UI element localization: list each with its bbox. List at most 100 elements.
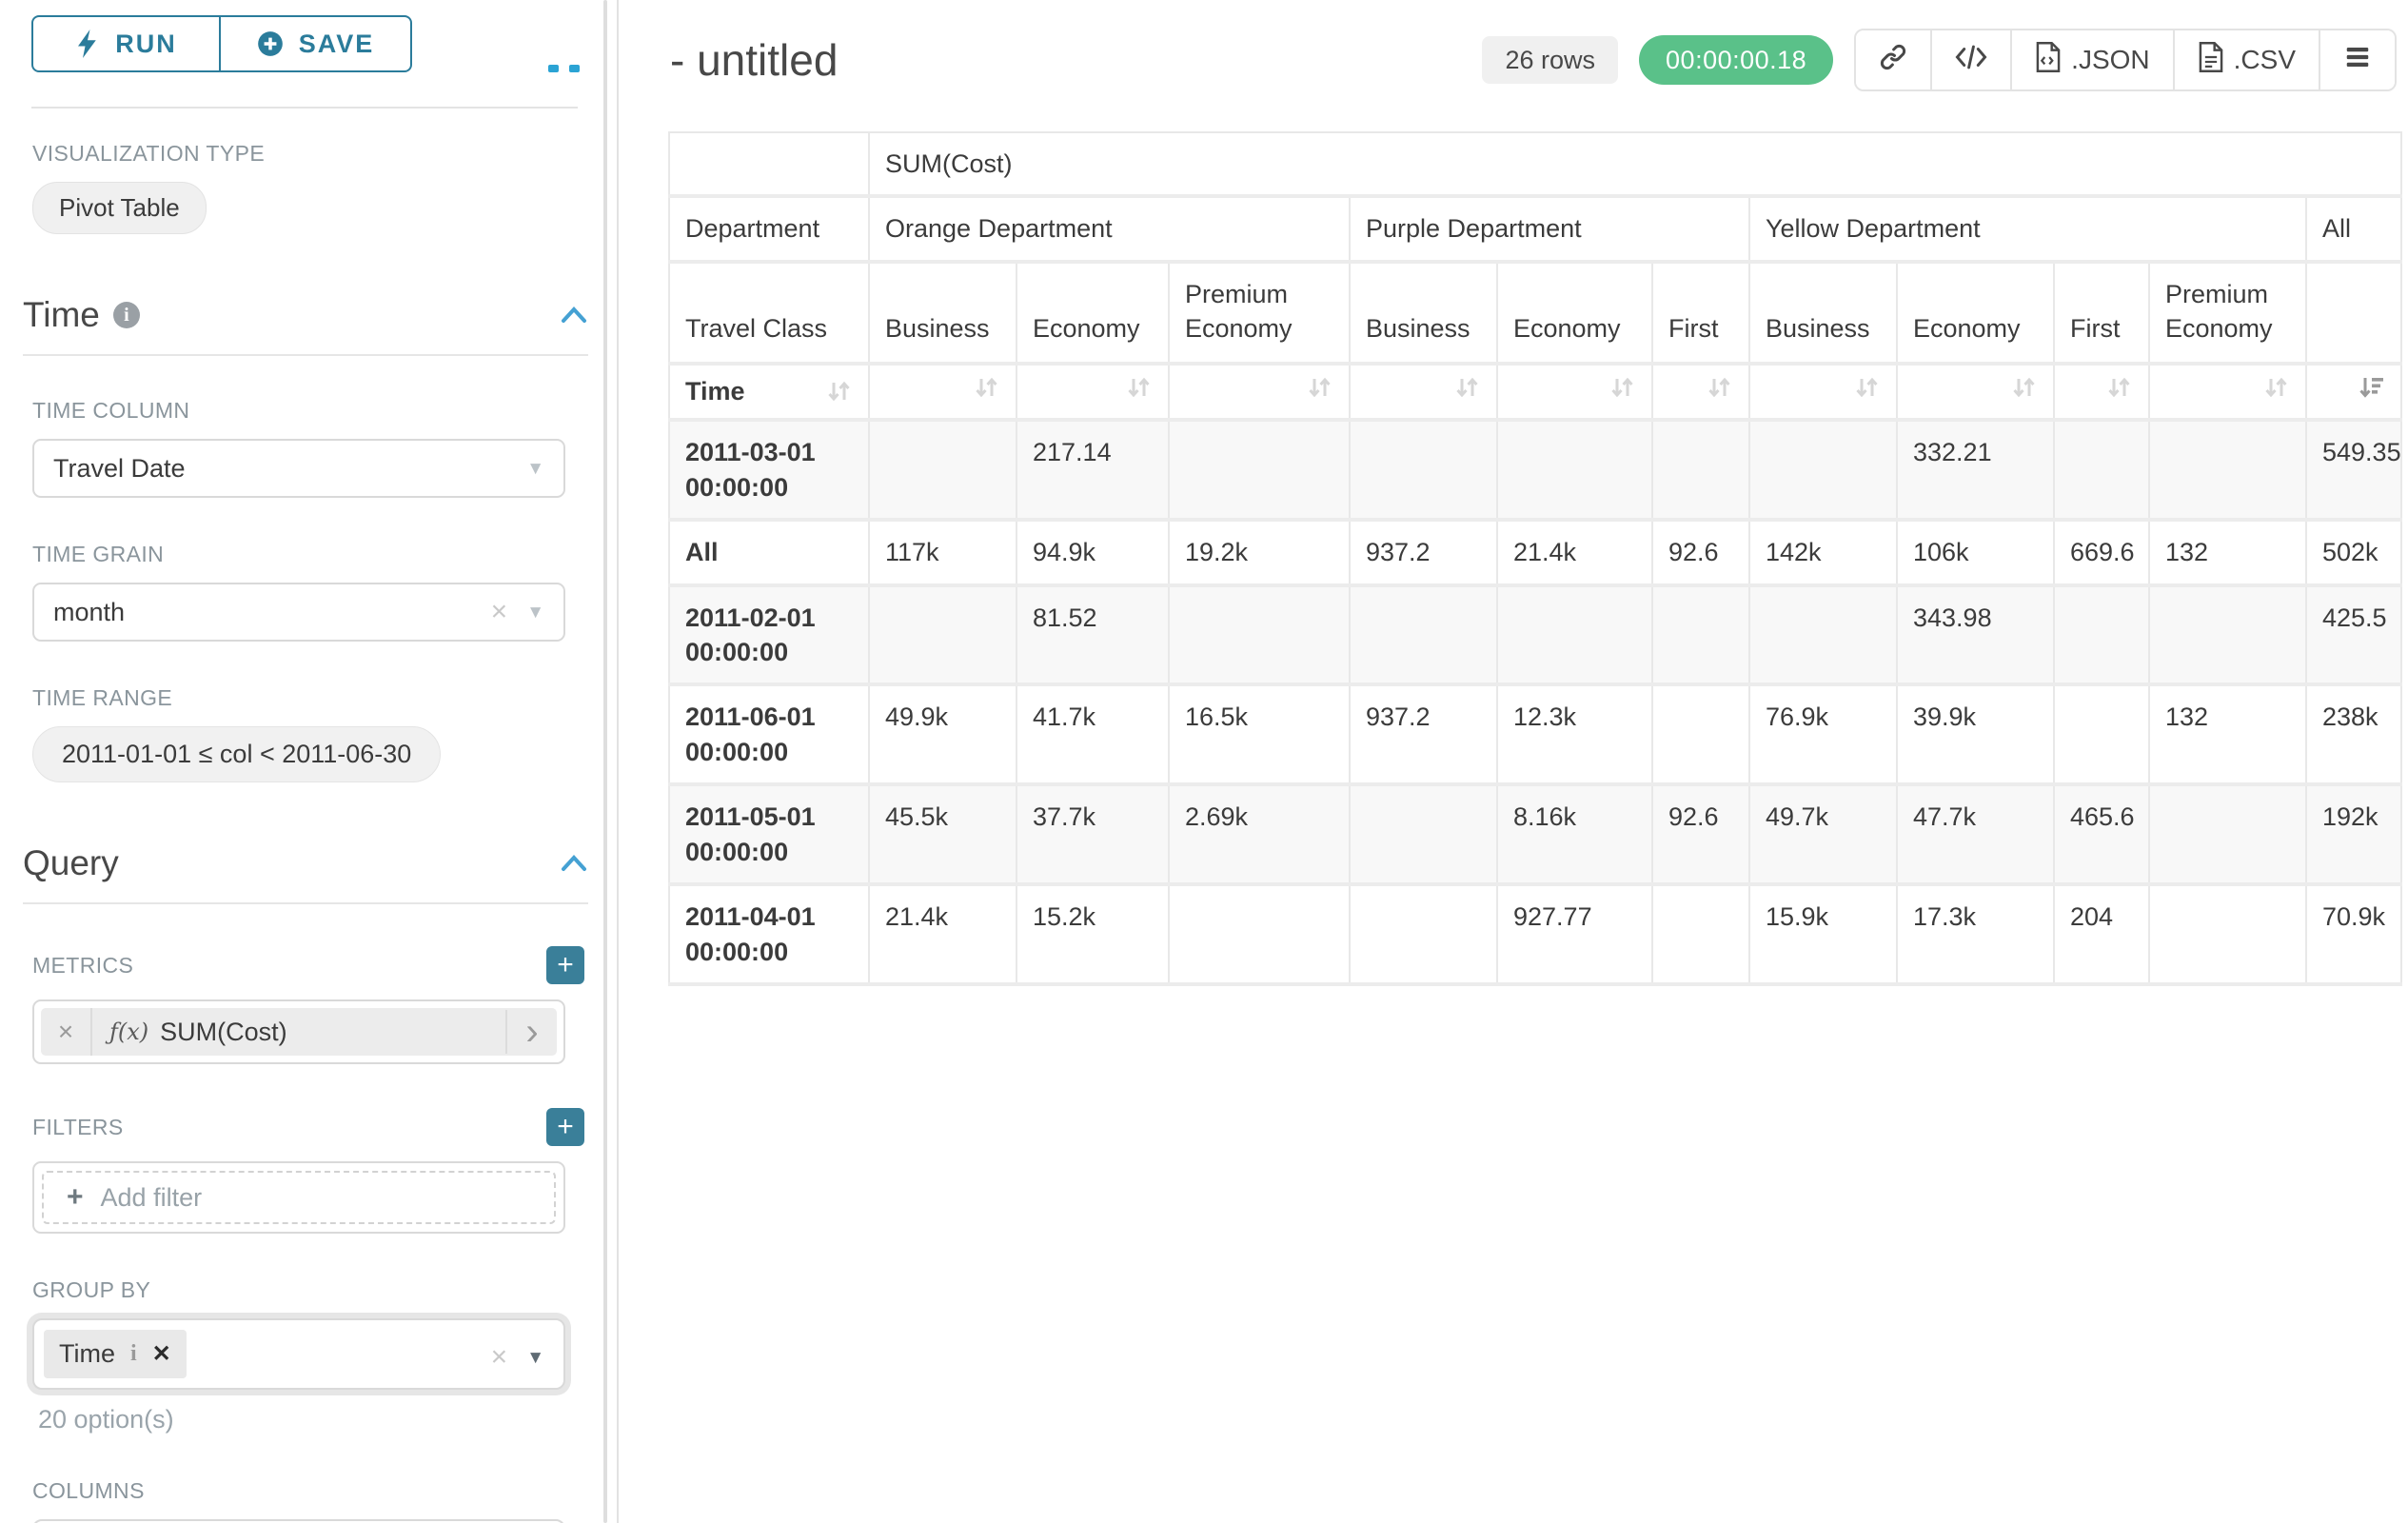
sort-icon[interactable] <box>2009 373 2038 402</box>
row-count-badge: 26 rows <box>1482 36 1618 84</box>
menu-button[interactable] <box>2319 30 2395 89</box>
export-csv-button[interactable]: .CSV <box>2173 30 2319 89</box>
column-group-header: All <box>2306 196 2401 261</box>
column-header: First <box>1652 262 1749 364</box>
plus-icon: + <box>67 1181 84 1214</box>
time-column-select[interactable]: Travel Date ▼ <box>32 439 565 498</box>
sort-icon[interactable] <box>1124 373 1153 402</box>
sort-icon[interactable] <box>1608 373 1636 402</box>
metric-pill[interactable]: × ƒ(x) SUM(Cost) › <box>41 1008 557 1056</box>
remove-tag-icon[interactable]: ✕ <box>152 1340 171 1368</box>
value-cell: 106k <box>1897 520 2054 584</box>
group-by-options-hint: 20 option(s) <box>38 1405 619 1434</box>
group-by-select[interactable]: Timei ✕ × ▼ <box>32 1318 565 1390</box>
column-header: Economy <box>1016 262 1169 364</box>
selected-option-tag[interactable]: Timei ✕ <box>44 1330 187 1378</box>
value-cell: 94.9k <box>1016 520 1169 584</box>
sort-icon[interactable] <box>2104 373 2133 402</box>
divider <box>31 107 578 109</box>
pivot-table: SUM(Cost)DepartmentOrange DepartmentPurp… <box>668 131 2402 986</box>
time-column-value: Travel Date <box>53 454 186 484</box>
value-cell <box>1169 420 1350 520</box>
value-cell: 2.69k <box>1169 784 1350 884</box>
lightning-icon <box>75 30 100 58</box>
toolbar-button-label: .JSON <box>2071 45 2149 75</box>
share-link-button[interactable] <box>1856 30 1930 89</box>
sort-icon[interactable] <box>2261 373 2290 402</box>
sort-icon[interactable] <box>1705 373 1733 402</box>
metric-header-cell: SUM(Cost) <box>869 132 2401 196</box>
value-cell <box>1497 585 1652 685</box>
chevron-up-icon[interactable] <box>560 853 588 874</box>
visualization-type-value[interactable]: Pivot Table <box>32 182 207 234</box>
sort-icon[interactable] <box>1452 373 1481 402</box>
value-cell: 549.35 <box>2306 420 2401 520</box>
travel-class-axis-label: Travel Class <box>669 262 869 364</box>
save-button[interactable]: SAVE <box>220 15 412 72</box>
sort-icon[interactable] <box>972 373 1000 402</box>
time-column-label: TIME COLUMN <box>32 398 619 424</box>
run-button[interactable]: RUN <box>31 15 220 72</box>
run-label: RUN <box>115 30 177 59</box>
info-icon[interactable]: i <box>130 1341 137 1367</box>
sort-icon[interactable] <box>824 377 853 405</box>
toolbar-button-label: .CSV <box>2234 45 2296 75</box>
value-cell <box>1350 585 1497 685</box>
menu-icon <box>2343 43 2372 78</box>
add-filter-dropzone[interactable]: + Add filter <box>42 1171 556 1224</box>
table-row: 2011-04-01 00:00:0021.4k15.2k927.7715.9k… <box>669 884 2401 984</box>
tag-label: Time <box>59 1339 115 1369</box>
time-grain-select[interactable]: month × ▼ <box>32 583 565 642</box>
time-section-header: Time i <box>23 295 588 335</box>
sort-icon[interactable] <box>1305 373 1333 402</box>
chevron-down-icon[interactable]: ▼ <box>526 1349 544 1367</box>
plus-circle-icon <box>257 30 284 57</box>
sort-icon[interactable] <box>1852 373 1881 402</box>
view-query-button[interactable] <box>1930 30 2010 89</box>
sort-cell <box>1652 364 1749 420</box>
scrollbar[interactable] <box>603 0 607 1523</box>
value-cell: 937.2 <box>1350 520 1497 584</box>
sort-descending-icon[interactable] <box>2357 373 2385 402</box>
columns-select[interactable]: Department✕Travel Class✕ × ▼ <box>32 1519 565 1523</box>
column-group-header: Yellow Department <box>1749 196 2306 261</box>
table-row: 2011-05-01 00:00:0045.5k37.7k2.69k8.16k9… <box>669 784 2401 884</box>
column-header <box>2306 262 2401 364</box>
chevron-up-icon[interactable] <box>560 305 588 326</box>
clear-icon[interactable]: × <box>491 1343 508 1372</box>
value-cell: 76.9k <box>1749 684 1897 784</box>
sort-cell <box>2306 364 2401 420</box>
value-cell <box>2149 884 2306 984</box>
info-icon[interactable]: i <box>113 302 140 328</box>
chevron-down-icon[interactable]: ▼ <box>526 460 544 478</box>
file-csv-icon <box>2198 42 2224 79</box>
time-range-value[interactable]: 2011-01-01 ≤ col < 2011-06-30 <box>32 726 441 782</box>
sort-cell <box>1016 364 1169 420</box>
scroll-peek-dot <box>569 65 580 72</box>
add-filter-placeholder: Add filter <box>101 1183 203 1213</box>
column-header: Business <box>1749 262 1897 364</box>
metrics-label: METRICS <box>32 953 133 979</box>
value-cell: 16.5k <box>1169 684 1350 784</box>
value-cell: 81.52 <box>1016 585 1169 685</box>
add-metric-button[interactable]: + <box>546 946 584 984</box>
sort-cell <box>2054 364 2149 420</box>
chart-title[interactable]: - untitled <box>670 34 838 86</box>
value-cell: 343.98 <box>1897 585 2054 685</box>
divider <box>23 354 588 356</box>
department-axis-label: Department <box>669 196 869 261</box>
row-label: 2011-02-01 00:00:00 <box>669 585 869 685</box>
chevron-down-icon[interactable]: ▼ <box>526 603 544 622</box>
value-cell: 669.6 <box>2054 520 2149 584</box>
metrics-control: × ƒ(x) SUM(Cost) › <box>32 999 565 1064</box>
chevron-right-icon[interactable]: › <box>505 1010 557 1054</box>
clear-icon[interactable]: × <box>491 598 508 626</box>
filters-label: FILTERS <box>32 1115 124 1140</box>
add-filter-button[interactable]: + <box>546 1108 584 1146</box>
export-json-button[interactable]: .JSON <box>2010 30 2172 89</box>
value-cell: 21.4k <box>1497 520 1652 584</box>
value-cell: 132 <box>2149 520 2306 584</box>
value-cell: 70.9k <box>2306 884 2401 984</box>
remove-metric-icon[interactable]: × <box>41 1008 92 1056</box>
value-cell <box>869 420 1016 520</box>
